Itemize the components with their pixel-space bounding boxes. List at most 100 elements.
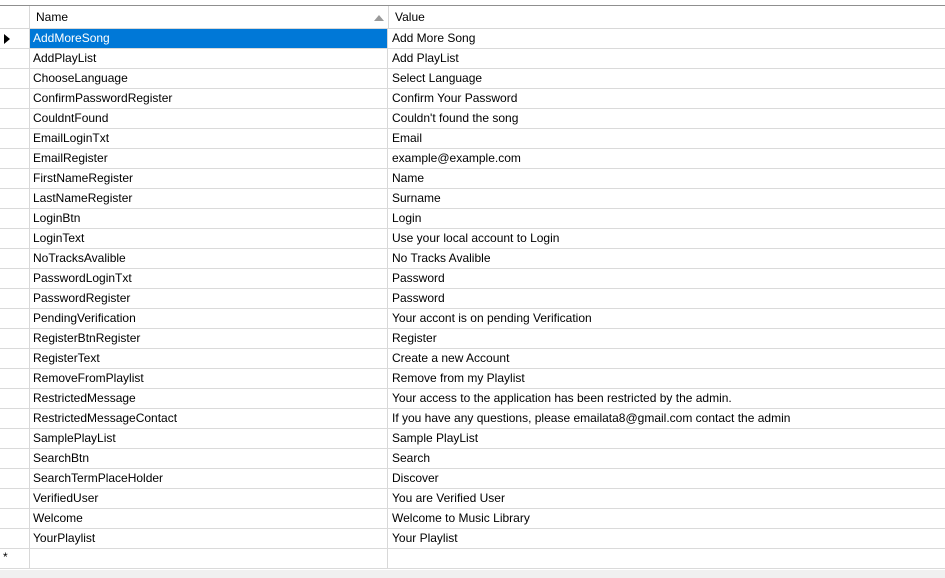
- cell-value[interactable]: Discover: [389, 469, 945, 488]
- cell-name[interactable]: CouldntFound: [30, 109, 388, 128]
- row-header[interactable]: [0, 469, 30, 488]
- cell-value[interactable]: Search: [389, 449, 945, 468]
- table-row[interactable]: RegisterBtnRegister Register: [0, 329, 945, 349]
- table-row[interactable]: ConfirmPasswordRegister Confirm Your Pass…: [0, 89, 945, 109]
- cell-value[interactable]: Password: [389, 269, 945, 288]
- cell-name[interactable]: YourPlaylist: [30, 529, 388, 548]
- row-header[interactable]: [0, 349, 30, 368]
- cell-name[interactable]: ChooseLanguage: [30, 69, 388, 88]
- cell-name[interactable]: RegisterBtnRegister: [30, 329, 388, 348]
- new-row-cell-value[interactable]: [389, 549, 945, 568]
- cell-value[interactable]: Add More Song: [389, 29, 945, 48]
- table-row[interactable]: SamplePlayList Sample PlayList: [0, 429, 945, 449]
- header-corner[interactable]: [0, 6, 30, 28]
- cell-name[interactable]: AddMoreSong: [30, 29, 388, 48]
- cell-value[interactable]: Login: [389, 209, 945, 228]
- row-header[interactable]: [0, 389, 30, 408]
- row-header[interactable]: [0, 409, 30, 428]
- cell-name[interactable]: PasswordLoginTxt: [30, 269, 388, 288]
- cell-value[interactable]: Password: [389, 289, 945, 308]
- table-row[interactable]: LoginBtn Login: [0, 209, 945, 229]
- table-row[interactable]: RegisterText Create a new Account: [0, 349, 945, 369]
- cell-value[interactable]: Remove from my Playlist: [389, 369, 945, 388]
- cell-name[interactable]: Welcome: [30, 509, 388, 528]
- row-header[interactable]: [0, 269, 30, 288]
- row-header[interactable]: [0, 369, 30, 388]
- new-row[interactable]: *: [0, 549, 945, 569]
- row-header[interactable]: *: [0, 549, 30, 568]
- table-row[interactable]: EmailRegister example@example.com: [0, 149, 945, 169]
- row-header[interactable]: [0, 429, 30, 448]
- row-header[interactable]: [0, 449, 30, 468]
- cell-value[interactable]: Create a new Account: [389, 349, 945, 368]
- row-header[interactable]: [0, 189, 30, 208]
- cell-value[interactable]: Your access to the application has been …: [389, 389, 945, 408]
- table-row[interactable]: Welcome Welcome to Music Library: [0, 509, 945, 529]
- cell-name[interactable]: VerifiedUser: [30, 489, 388, 508]
- cell-value[interactable]: Use your local account to Login: [389, 229, 945, 248]
- table-row[interactable]: PasswordLoginTxt Password: [0, 269, 945, 289]
- cell-value[interactable]: Your Playlist: [389, 529, 945, 548]
- row-header[interactable]: [0, 69, 30, 88]
- table-row[interactable]: AddMoreSong Add More Song: [0, 29, 945, 49]
- cell-value[interactable]: Select Language: [389, 69, 945, 88]
- row-header[interactable]: [0, 509, 30, 528]
- cell-name[interactable]: RegisterText: [30, 349, 388, 368]
- cell-name[interactable]: LastNameRegister: [30, 189, 388, 208]
- row-header[interactable]: [0, 209, 30, 228]
- row-header[interactable]: [0, 129, 30, 148]
- row-header[interactable]: [0, 109, 30, 128]
- cell-name[interactable]: EmailRegister: [30, 149, 388, 168]
- row-header[interactable]: [0, 249, 30, 268]
- cell-name[interactable]: RestrictedMessageContact: [30, 409, 388, 428]
- cell-name[interactable]: LoginBtn: [30, 209, 388, 228]
- row-header[interactable]: [0, 149, 30, 168]
- table-row[interactable]: RestrictedMessage Your access to the appl…: [0, 389, 945, 409]
- cell-name[interactable]: SearchTermPlaceHolder: [30, 469, 388, 488]
- row-header[interactable]: [0, 89, 30, 108]
- cell-name[interactable]: SamplePlayList: [30, 429, 388, 448]
- table-row[interactable]: AddPlayList Add PlayList: [0, 49, 945, 69]
- table-row[interactable]: YourPlaylist Your Playlist: [0, 529, 945, 549]
- table-row[interactable]: NoTracksAvalible No Tracks Avalible: [0, 249, 945, 269]
- cell-value[interactable]: Add PlayList: [389, 49, 945, 68]
- cell-name[interactable]: EmailLoginTxt: [30, 129, 388, 148]
- table-row[interactable]: ChooseLanguage Select Language: [0, 69, 945, 89]
- cell-name[interactable]: ConfirmPasswordRegister: [30, 89, 388, 108]
- table-row[interactable]: SearchBtn Search: [0, 449, 945, 469]
- cell-name[interactable]: RemoveFromPlaylist: [30, 369, 388, 388]
- table-row[interactable]: FirstNameRegister Name: [0, 169, 945, 189]
- cell-value[interactable]: Sample PlayList: [389, 429, 945, 448]
- cell-value[interactable]: No Tracks Avalible: [389, 249, 945, 268]
- cell-value[interactable]: Email: [389, 129, 945, 148]
- row-header[interactable]: [0, 229, 30, 248]
- row-header[interactable]: [0, 169, 30, 188]
- cell-value[interactable]: Couldn't found the song: [389, 109, 945, 128]
- table-row[interactable]: PendingVerification Your accont is on pen…: [0, 309, 945, 329]
- row-header[interactable]: [0, 49, 30, 68]
- row-header[interactable]: [0, 329, 30, 348]
- cell-name[interactable]: PasswordRegister: [30, 289, 388, 308]
- cell-value[interactable]: Name: [389, 169, 945, 188]
- cell-name[interactable]: PendingVerification: [30, 309, 388, 328]
- cell-name[interactable]: FirstNameRegister: [30, 169, 388, 188]
- cell-name[interactable]: RestrictedMessage: [30, 389, 388, 408]
- cell-name[interactable]: SearchBtn: [30, 449, 388, 468]
- cell-value[interactable]: You are Verified User: [389, 489, 945, 508]
- cell-name[interactable]: LoginText: [30, 229, 388, 248]
- cell-value[interactable]: Welcome to Music Library: [389, 509, 945, 528]
- row-header[interactable]: [0, 289, 30, 308]
- row-header[interactable]: [0, 309, 30, 328]
- column-header-name[interactable]: Name: [30, 6, 389, 28]
- cell-value[interactable]: If you have any questions, please emaila…: [389, 409, 945, 428]
- new-row-cell-name[interactable]: [30, 549, 388, 568]
- table-row[interactable]: LoginText Use your local account to Login: [0, 229, 945, 249]
- row-header[interactable]: [0, 489, 30, 508]
- cell-value[interactable]: Confirm Your Password: [389, 89, 945, 108]
- row-header[interactable]: [0, 29, 30, 48]
- row-header[interactable]: [0, 529, 30, 548]
- cell-value[interactable]: Surname: [389, 189, 945, 208]
- table-row[interactable]: CouldntFound Couldn't found the song: [0, 109, 945, 129]
- cell-name[interactable]: NoTracksAvalible: [30, 249, 388, 268]
- cell-value[interactable]: Register: [389, 329, 945, 348]
